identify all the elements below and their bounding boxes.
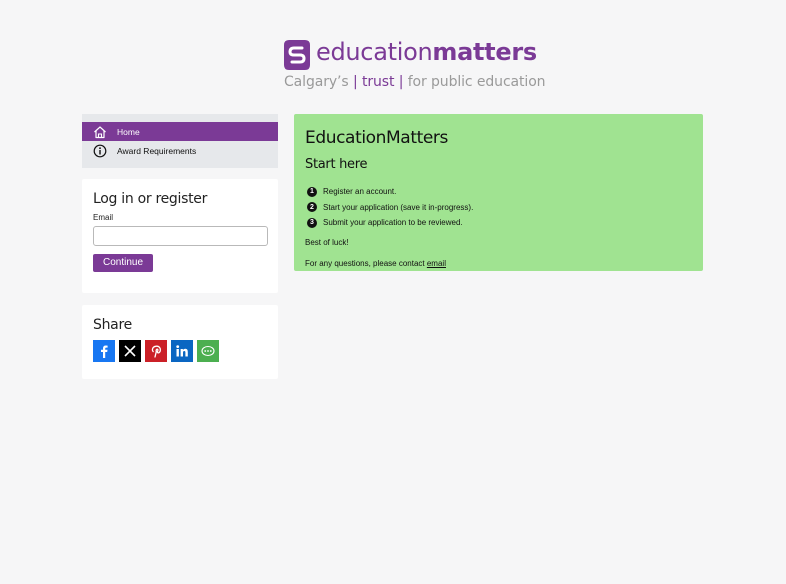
email-field[interactable]: [93, 226, 268, 246]
closing-text: Best of luck!: [305, 237, 349, 247]
list-item: 2 Start your application (save it in-pro…: [305, 200, 692, 216]
pinterest-icon: [151, 345, 161, 358]
step-number-badge: 3: [307, 217, 317, 228]
logo-mark-icon: [284, 40, 310, 70]
start-here-panel: EducationMatters Start here 1 Register a…: [294, 114, 703, 271]
nav-item-label: Award Requirements: [117, 145, 197, 156]
section-subtitle: Start here: [305, 157, 368, 172]
share-title: Share: [93, 317, 132, 333]
steps-list: 1 Register an account. 2 Start your appl…: [305, 184, 692, 231]
step-number-badge: 1: [307, 186, 317, 197]
more-icon: [201, 345, 215, 357]
page-title: EducationMatters: [305, 128, 448, 148]
list-item: 3 Submit your application to be reviewed…: [305, 215, 692, 231]
home-icon: [94, 125, 106, 138]
share-buttons: [93, 340, 267, 362]
linkedin-icon: [176, 345, 188, 357]
login-card: Log in or register Email Continue: [82, 179, 278, 293]
facebook-icon: [101, 345, 108, 358]
nav-item-home[interactable]: Home: [82, 122, 278, 141]
info-icon: [93, 144, 107, 157]
pinterest-share-button[interactable]: [145, 340, 167, 362]
more-share-button[interactable]: [197, 340, 219, 362]
nav-item-label: Home: [117, 126, 140, 137]
sidebar-nav: Home Award Requirements: [82, 114, 278, 168]
share-card: Share: [82, 305, 278, 379]
login-title: Log in or register: [93, 191, 208, 207]
step-text: Submit your application to be reviewed.: [323, 218, 463, 228]
linkedin-share-button[interactable]: [171, 340, 193, 362]
facebook-share-button[interactable]: [93, 340, 115, 362]
step-text: Register an account.: [323, 187, 397, 197]
email-label: Email: [93, 213, 114, 222]
email-link[interactable]: email: [427, 259, 446, 268]
continue-button[interactable]: Continue: [93, 254, 154, 272]
x-share-button[interactable]: [119, 340, 141, 362]
step-text: Start your application (save it in-progr…: [323, 202, 474, 212]
contact-text: For any questions, please contact email: [305, 258, 446, 268]
logo-tagline: Calgary’s | trust | for public education: [284, 74, 546, 90]
site-logo[interactable]: educationmatters Calgary’s | trust | for…: [284, 38, 546, 94]
list-item: 1 Register an account.: [305, 184, 692, 200]
step-number-badge: 2: [307, 202, 317, 213]
logo-wordmark: educationmatters: [316, 38, 537, 66]
nav-item-award-requirements[interactable]: Award Requirements: [82, 141, 278, 160]
x-icon: [124, 345, 136, 357]
